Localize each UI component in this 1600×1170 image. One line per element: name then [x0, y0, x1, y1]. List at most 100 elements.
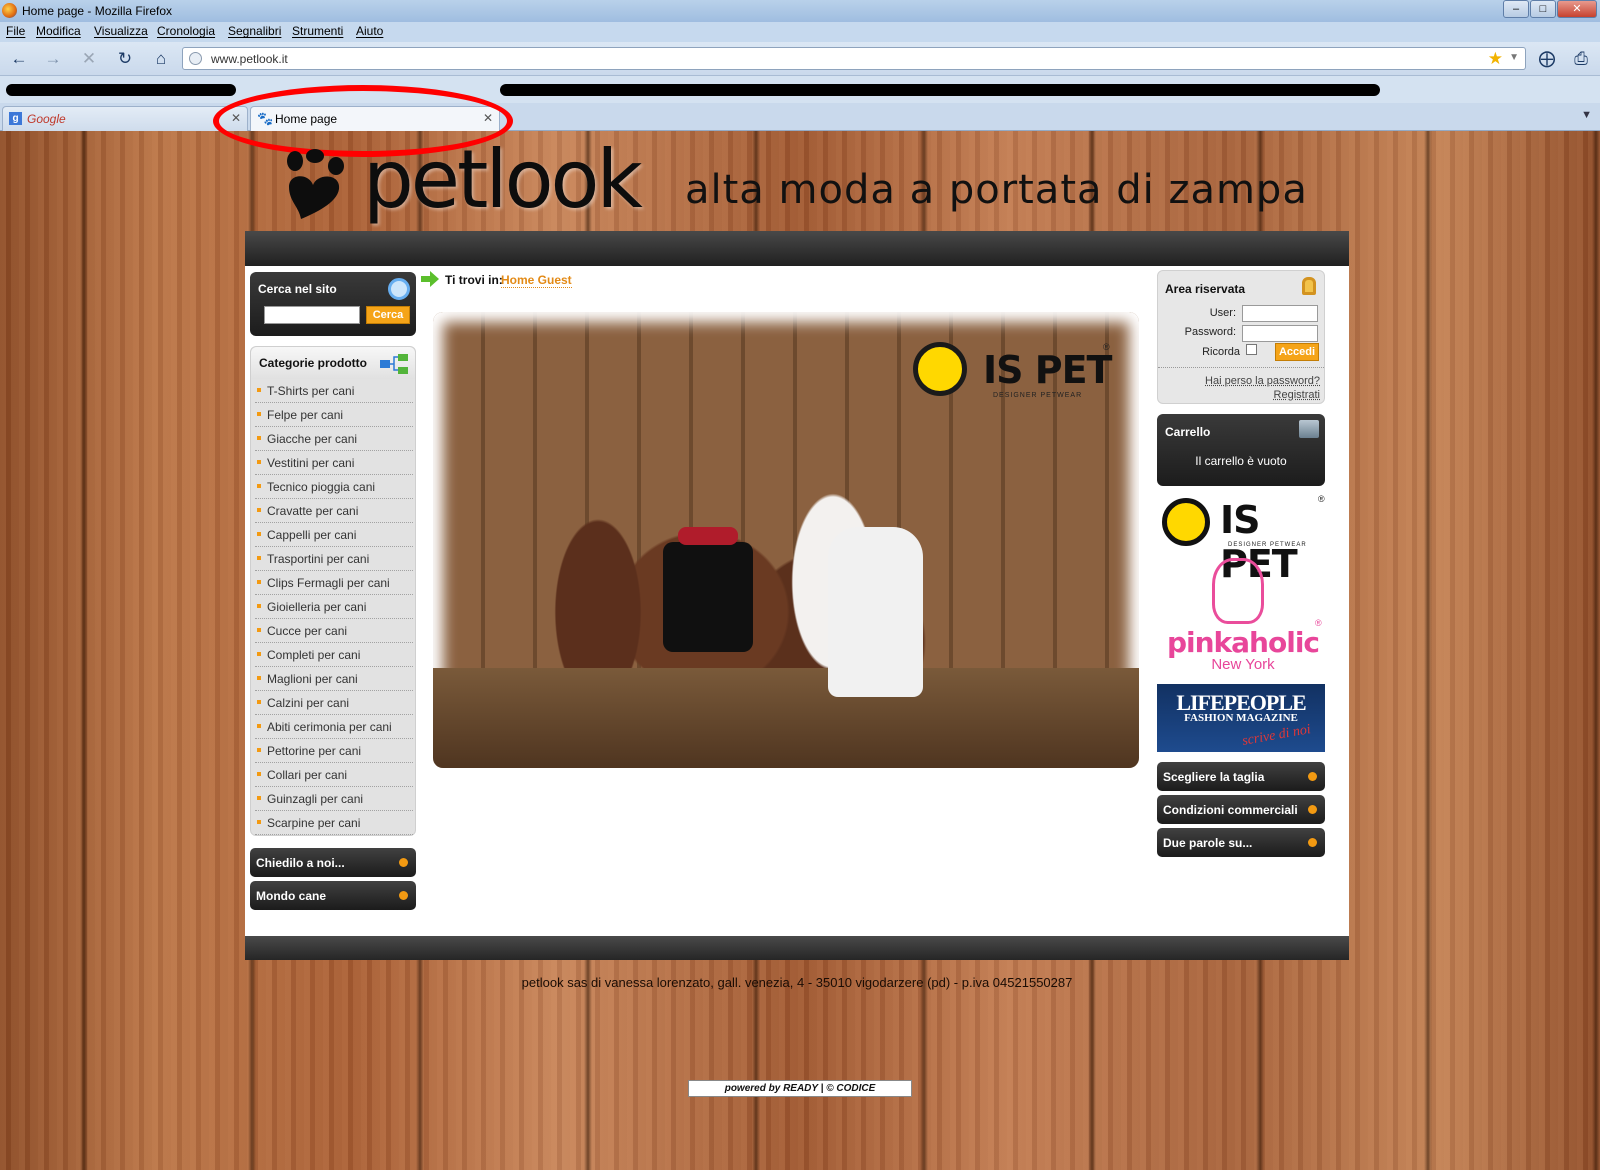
- scegliere-taglia-link[interactable]: Scegliere la taglia: [1157, 762, 1325, 791]
- menu-aiuto[interactable]: Aiuto: [356, 24, 383, 38]
- minimize-button[interactable]: –: [1503, 0, 1529, 18]
- mondo-cane-link[interactable]: Mondo cane: [250, 881, 416, 910]
- search-button[interactable]: Cerca: [366, 306, 410, 324]
- ispet-sub: DESIGNER PETWEAR: [1228, 542, 1307, 548]
- breadcrumb-current[interactable]: Home Guest: [501, 273, 572, 288]
- category-item[interactable]: Maglioni per cani: [255, 667, 413, 691]
- category-item[interactable]: Giacche per cani: [255, 427, 413, 451]
- category-item[interactable]: Tecnico pioggia cani: [255, 475, 413, 499]
- menu-segnalibri[interactable]: Segnalibri: [228, 24, 281, 38]
- category-item[interactable]: Vestitini per cani: [255, 451, 413, 475]
- due-parole-link[interactable]: Due parole su...: [1157, 828, 1325, 857]
- reload-icon[interactable]: ↻: [114, 48, 136, 70]
- divider: [1158, 367, 1324, 368]
- bookmark-star-icon[interactable]: ★: [1488, 49, 1503, 69]
- register-link[interactable]: Registrati: [1274, 389, 1320, 401]
- category-item[interactable]: Guinzagli per cani: [255, 787, 413, 811]
- category-item[interactable]: Trasportini per cani: [255, 547, 413, 571]
- breadcrumb-prefix: Ti trovi in:: [445, 273, 503, 287]
- user-input[interactable]: [1242, 305, 1318, 322]
- lifepeople-note: scrive di noi: [1240, 722, 1312, 749]
- category-item[interactable]: Scarpine per cani: [255, 811, 413, 835]
- ispet-banner[interactable]: IS PET DESIGNER PETWEAR ®: [1160, 494, 1326, 586]
- lifepeople-sub: FASHION MAGAZINE: [1184, 712, 1298, 724]
- firefox-icon: [2, 3, 17, 18]
- page-content: Cerca nel sito Cerca Categorie prodotto …: [245, 266, 1349, 936]
- category-item[interactable]: Clips Fermagli per cani: [255, 571, 413, 595]
- menu-modifica[interactable]: Modifica: [36, 24, 81, 38]
- window-title: Home page - Mozilla Firefox: [22, 4, 173, 18]
- pinkaholic-city: New York: [1211, 656, 1275, 673]
- stop-icon[interactable]: ✕: [78, 48, 100, 70]
- category-item[interactable]: Cappelli per cani: [255, 523, 413, 547]
- category-item[interactable]: Abiti cerimonia per cani: [255, 715, 413, 739]
- remember-checkbox[interactable]: [1246, 344, 1257, 355]
- addon-icon[interactable]: ⨁: [1536, 48, 1558, 70]
- paw-icon: 🐾: [257, 111, 274, 126]
- category-item[interactable]: Felpe per cani: [255, 403, 413, 427]
- hero-brand-name: IS PET: [983, 348, 1112, 392]
- bullet-icon: [1308, 805, 1317, 814]
- login-button[interactable]: Accedi: [1275, 343, 1319, 361]
- pinkaholic-banner[interactable]: pinkaholic New York ®: [1160, 556, 1326, 674]
- category-item[interactable]: Cucce per cani: [255, 619, 413, 643]
- remember-label: Ricorda: [1202, 346, 1240, 358]
- arrow-right-icon: [421, 271, 439, 287]
- paw-logo-icon: [287, 149, 344, 219]
- link-label: Condizioni commerciali: [1163, 803, 1298, 817]
- menu-visualizza[interactable]: Visualizza: [94, 24, 148, 38]
- pinkaholic-reg-mark: ®: [1315, 618, 1322, 628]
- category-item[interactable]: Pettorine per cani: [255, 739, 413, 763]
- tab-home-page[interactable]: 🐾 Home page ✕: [250, 106, 500, 131]
- dog-groom-vest: [663, 542, 753, 652]
- search-input[interactable]: [264, 306, 360, 324]
- condizioni-link[interactable]: Condizioni commerciali: [1157, 795, 1325, 824]
- category-list: T-Shirts per cani Felpe per cani Giacche…: [255, 379, 413, 835]
- hero-photo: IS PET DESIGNER PETWEAR ®: [433, 312, 1139, 768]
- sitemap-icon: [380, 354, 408, 374]
- list-tabs-icon[interactable]: ▼: [1581, 109, 1592, 121]
- tab-google[interactable]: g Google ✕: [2, 106, 248, 131]
- close-tab-icon[interactable]: ✕: [231, 111, 241, 125]
- print-icon[interactable]: ⎙: [1570, 48, 1592, 70]
- menu-file[interactable]: File: [6, 24, 25, 38]
- redacted-bookmarks: [500, 84, 1380, 96]
- category-item[interactable]: Collari per cani: [255, 763, 413, 787]
- menu-cronologia[interactable]: Cronologia: [157, 24, 215, 38]
- url-text[interactable]: www.petlook.it: [211, 52, 288, 66]
- bullet-icon: [1308, 772, 1317, 781]
- cart-icon: [1299, 420, 1319, 438]
- category-item[interactable]: Cravatte per cani: [255, 499, 413, 523]
- forgot-password-link[interactable]: Hai perso la password?: [1205, 375, 1320, 387]
- home-icon[interactable]: ⌂: [150, 48, 172, 70]
- chiedilo-link[interactable]: Chiedilo a noi...: [250, 848, 416, 877]
- top-navigation-bar: [245, 231, 1349, 266]
- category-item[interactable]: Completi per cani: [255, 643, 413, 667]
- address-bar[interactable]: www.petlook.it ★ ▼: [182, 47, 1526, 70]
- google-icon: g: [9, 112, 22, 125]
- category-item[interactable]: Gioielleria per cani: [255, 595, 413, 619]
- powered-by-badge[interactable]: powered by READY | © CODICE: [688, 1080, 912, 1097]
- login-box: Area riservata User: Password: Ricorda A…: [1157, 270, 1325, 404]
- maximize-button[interactable]: □: [1530, 0, 1556, 18]
- window-titlebar: Home page - Mozilla Firefox – □ ✕: [0, 0, 1600, 22]
- password-input[interactable]: [1242, 325, 1318, 342]
- site-logo-text[interactable]: petlook: [363, 133, 643, 226]
- navigation-toolbar: ← → ✕ ↻ ⌂ www.petlook.it ★ ▼ ⨁ ⎙: [0, 42, 1600, 76]
- forward-icon[interactable]: →: [42, 48, 64, 70]
- category-item[interactable]: T-Shirts per cani: [255, 379, 413, 403]
- poodle-icon: [1212, 558, 1264, 624]
- dog-bow-tie: [678, 527, 738, 545]
- back-icon[interactable]: ←: [8, 48, 30, 70]
- cart-box: Carrello Il carrello è vuoto: [1157, 414, 1325, 486]
- tab-label: Home page: [275, 112, 338, 126]
- close-tab-icon[interactable]: ✕: [483, 111, 493, 125]
- menu-strumenti[interactable]: Strumenti: [292, 24, 343, 38]
- lifepeople-banner[interactable]: LIFEPEOPLE FASHION MAGAZINE scrive di no…: [1157, 684, 1325, 752]
- categories-box: Categorie prodotto T-Shirts per cani Fel…: [250, 346, 416, 836]
- url-dropdown-icon[interactable]: ▼: [1509, 52, 1519, 63]
- bullet-icon: [1308, 838, 1317, 847]
- link-label: Mondo cane: [256, 889, 327, 903]
- category-item[interactable]: Calzini per cani: [255, 691, 413, 715]
- close-window-button[interactable]: ✕: [1557, 0, 1597, 18]
